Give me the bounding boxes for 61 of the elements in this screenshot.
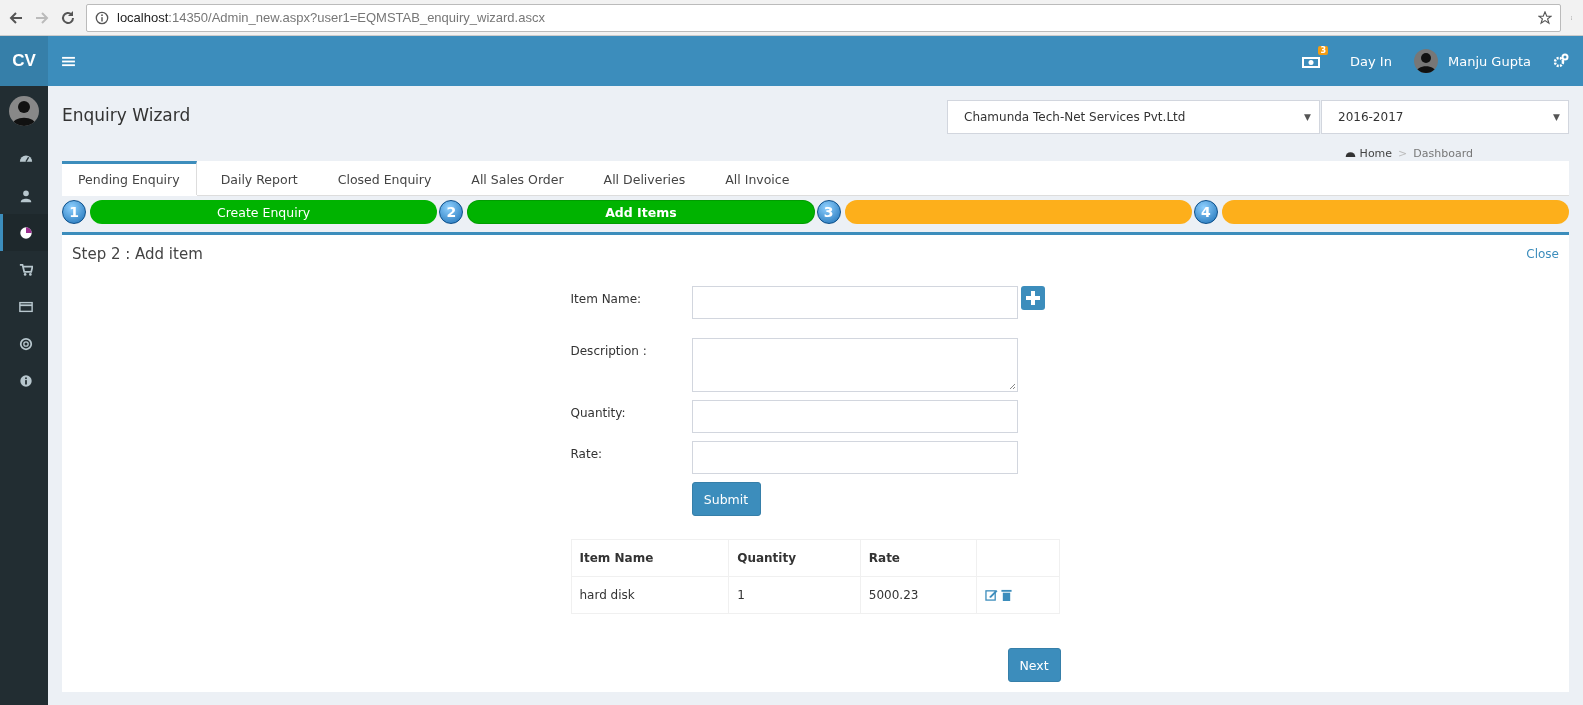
step-number: 2 — [439, 200, 464, 224]
close-link[interactable]: Close — [1526, 247, 1559, 261]
breadcrumb-separator: > — [1398, 146, 1408, 160]
avatar-icon — [9, 96, 39, 126]
info-icon — [18, 373, 33, 388]
table-cell: hard disk — [571, 576, 729, 614]
tab[interactable]: Closed Enquiry — [321, 161, 448, 195]
money-icon[interactable] — [1302, 55, 1321, 69]
field-label: Item Name: — [570, 291, 643, 306]
tab[interactable]: Pending Enquiry — [62, 161, 197, 195]
input-field[interactable] — [691, 441, 1018, 474]
input-field[interactable] — [691, 286, 1018, 319]
settings-icon[interactable] — [1553, 53, 1569, 69]
column-header: Quantity — [728, 539, 861, 577]
edit-icon[interactable] — [984, 589, 998, 601]
field-label: Description : — [570, 343, 648, 358]
reload-icon[interactable] — [60, 9, 76, 26]
add-button[interactable] — [1020, 286, 1045, 310]
step-number: 1 — [62, 200, 86, 224]
field-label: Quantity: — [570, 405, 627, 420]
day-in-link[interactable]: Day In — [1350, 53, 1392, 69]
pie-icon — [18, 225, 33, 240]
tab[interactable]: Daily Report — [204, 161, 314, 195]
column-header: Item Name — [571, 539, 729, 577]
plus-icon — [1024, 290, 1041, 306]
info-icon[interactable] — [95, 10, 109, 25]
page-title: Enquiry Wizard — [62, 105, 192, 125]
caret-icon: ▼ — [1553, 112, 1560, 122]
star-icon[interactable] — [1538, 10, 1552, 25]
menu-icon[interactable] — [62, 55, 75, 67]
column-header: Rate — [860, 539, 976, 577]
breadcrumb-link[interactable]: Home — [1359, 146, 1393, 160]
tab[interactable]: All Sales Order — [455, 161, 580, 195]
panel-title: Step 2 : Add item — [72, 245, 203, 263]
input-field[interactable] — [691, 400, 1018, 433]
next-button[interactable]: Next — [1007, 648, 1061, 682]
year-select[interactable]: 2016-2017 ▼ — [1321, 100, 1569, 134]
tab[interactable]: All Deliveries — [587, 161, 702, 195]
step-number: 3 — [816, 200, 841, 224]
submit-button[interactable]: Submit — [691, 482, 761, 516]
back-icon[interactable] — [8, 9, 24, 26]
step-number: 4 — [1193, 200, 1218, 224]
cart-icon — [18, 262, 33, 277]
avatar-icon — [1413, 49, 1438, 73]
address-bar[interactable]: localhost:14350/Admin_new.aspx?user1=EQMSTAB_enquiry_wizard.ascx — [86, 3, 1561, 32]
table-cell: 1 — [728, 576, 861, 614]
company-select[interactable]: Chamunda Tech-Net Services Pvt.Ltd ▼ — [947, 100, 1320, 134]
field-label: Rate: — [570, 446, 604, 461]
notification-badge: 3 — [1318, 46, 1329, 55]
resize-grip-icon[interactable] — [1008, 383, 1016, 390]
user-name[interactable]: Manju Gupta — [1447, 53, 1531, 69]
tab[interactable]: All Invoice — [709, 161, 806, 195]
lifebuoy-icon — [18, 336, 33, 351]
trash-icon[interactable] — [1000, 589, 1012, 601]
table-cell: 5000.23 — [860, 576, 976, 614]
card-icon — [18, 299, 33, 314]
sidebar-item[interactable] — [0, 214, 48, 251]
user-icon — [18, 188, 33, 203]
app-logo[interactable]: CV — [0, 36, 48, 86]
breadcrumb-current: Dashboard — [1413, 146, 1473, 160]
caret-icon: ▼ — [1304, 112, 1311, 122]
